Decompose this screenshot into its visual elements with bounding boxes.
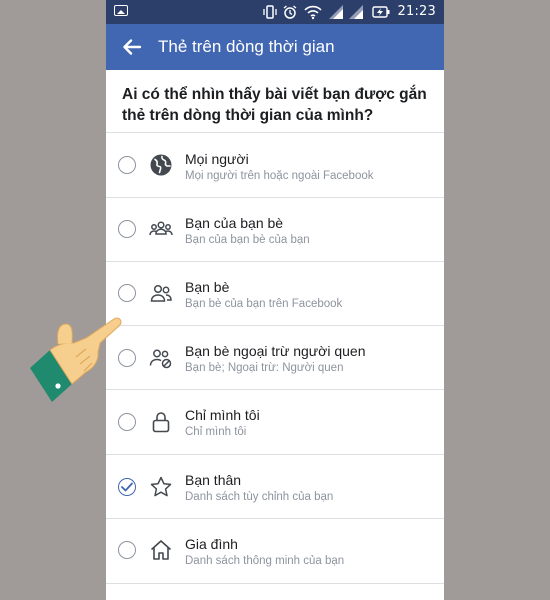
option-subtitle: Bạn bè; Ngoại trừ: Người quen	[185, 362, 344, 374]
status-bar: 21:23	[106, 0, 444, 24]
globe-icon	[150, 154, 172, 176]
divider	[106, 583, 444, 584]
option-friends-except-acquaintances[interactable]: Bạn bè ngoại trừ người quen Bạn bè; Ngoạ…	[106, 326, 444, 390]
option-subtitle: Danh sách thông minh của bạn	[185, 555, 345, 567]
signal-icon	[329, 5, 343, 19]
option-friends-of-friends[interactable]: Bạn của bạn bè Bạn của bạn bè của bạn	[106, 198, 444, 262]
radio-button[interactable]	[118, 413, 136, 431]
wifi-icon	[304, 5, 322, 20]
star-icon	[150, 476, 172, 497]
status-icons	[262, 4, 392, 20]
vibrate-icon	[263, 5, 277, 19]
option-title: Bạn bè ngoại trừ người quen	[185, 343, 366, 359]
option-subtitle: Chỉ mình tôi	[185, 426, 247, 438]
option-subtitle: Bạn bè của bạn trên Facebook	[185, 298, 343, 310]
option-title: Gia đình	[185, 536, 238, 552]
status-time: 21:23	[397, 4, 436, 19]
battery-charging-icon	[372, 6, 390, 18]
radio-button[interactable]	[118, 284, 136, 302]
option-family[interactable]: Gia đình Danh sách thông minh của bạn	[106, 519, 444, 583]
option-title: Mọi người	[185, 151, 249, 167]
pointing-hand-icon	[30, 317, 122, 402]
radio-button[interactable]	[118, 541, 136, 559]
option-friends[interactable]: Bạn bè Bạn bè của bạn trên Facebook	[106, 262, 444, 326]
gallery-icon	[114, 5, 128, 16]
app-bar: Thẻ trên dòng thời gian	[106, 24, 444, 70]
friends-except-icon	[149, 349, 172, 369]
alarm-icon	[283, 5, 297, 19]
option-subtitle: Mọi người trên hoặc ngoài Facebook	[185, 170, 374, 182]
option-only-me[interactable]: Chỉ mình tôi Chỉ mình tôi	[106, 390, 444, 454]
phone-screen: 21:23 Thẻ trên dòng thời gian Ai có thể …	[106, 0, 444, 600]
option-title: Bạn thân	[185, 472, 242, 488]
radio-button[interactable]	[118, 220, 136, 238]
privacy-question: Ai có thể nhìn thấy bài viết bạn được gắ…	[122, 86, 427, 124]
radio-button-checked[interactable]	[118, 478, 136, 496]
option-title: Bạn của bạn bè	[185, 215, 284, 231]
option-title: Bạn bè	[185, 279, 230, 295]
home-icon	[150, 540, 172, 560]
option-subtitle: Danh sách tùy chỉnh của bạn	[185, 491, 334, 503]
option-subtitle: Bạn của bạn bè của bạn	[185, 234, 310, 246]
page-title: Thẻ trên dòng thời gian	[158, 37, 335, 56]
back-arrow-icon[interactable]	[122, 37, 142, 57]
friends-of-friends-icon	[149, 221, 173, 236]
signal-icon	[349, 5, 363, 19]
lock-icon	[152, 412, 170, 433]
option-everyone[interactable]: Mọi người Mọi người trên hoặc ngoài Face…	[106, 133, 444, 197]
option-close-friends[interactable]: Bạn thân Danh sách tùy chỉnh của bạn	[106, 455, 444, 519]
friends-icon	[150, 284, 172, 302]
checkmark-icon	[121, 482, 133, 492]
radio-button[interactable]	[118, 156, 136, 174]
option-title: Chỉ mình tôi	[185, 407, 260, 423]
